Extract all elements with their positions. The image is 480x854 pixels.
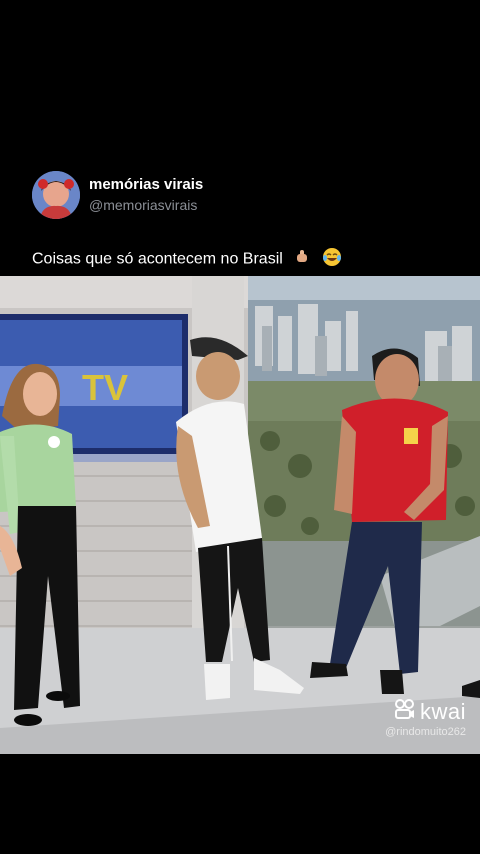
video-frame: TV [0, 276, 480, 754]
laughing-tears-emoji [322, 247, 342, 272]
kwai-watermark: kwai @rindomuito262 [385, 698, 466, 739]
caption-text: Coisas que só acontecem no Brasil [32, 250, 283, 268]
author-handle[interactable]: @memoriasvirais [89, 196, 203, 214]
studio-logo: TV [82, 367, 128, 408]
author-avatar[interactable] [32, 171, 80, 219]
pointing-down-hand-emoji [293, 248, 311, 271]
kwai-logo-icon [394, 698, 416, 725]
video-player[interactable]: TV kwai @rindomuito262 [0, 276, 480, 754]
author-name[interactable]: memórias virais [89, 176, 203, 194]
post-caption: Coisas que só acontecem no Brasil [32, 247, 342, 272]
kwai-brand: kwai [419, 698, 466, 724]
kwai-username: @rindomuito262 [385, 726, 466, 738]
post-header: memórias virais @memoriasvirais [32, 171, 452, 219]
